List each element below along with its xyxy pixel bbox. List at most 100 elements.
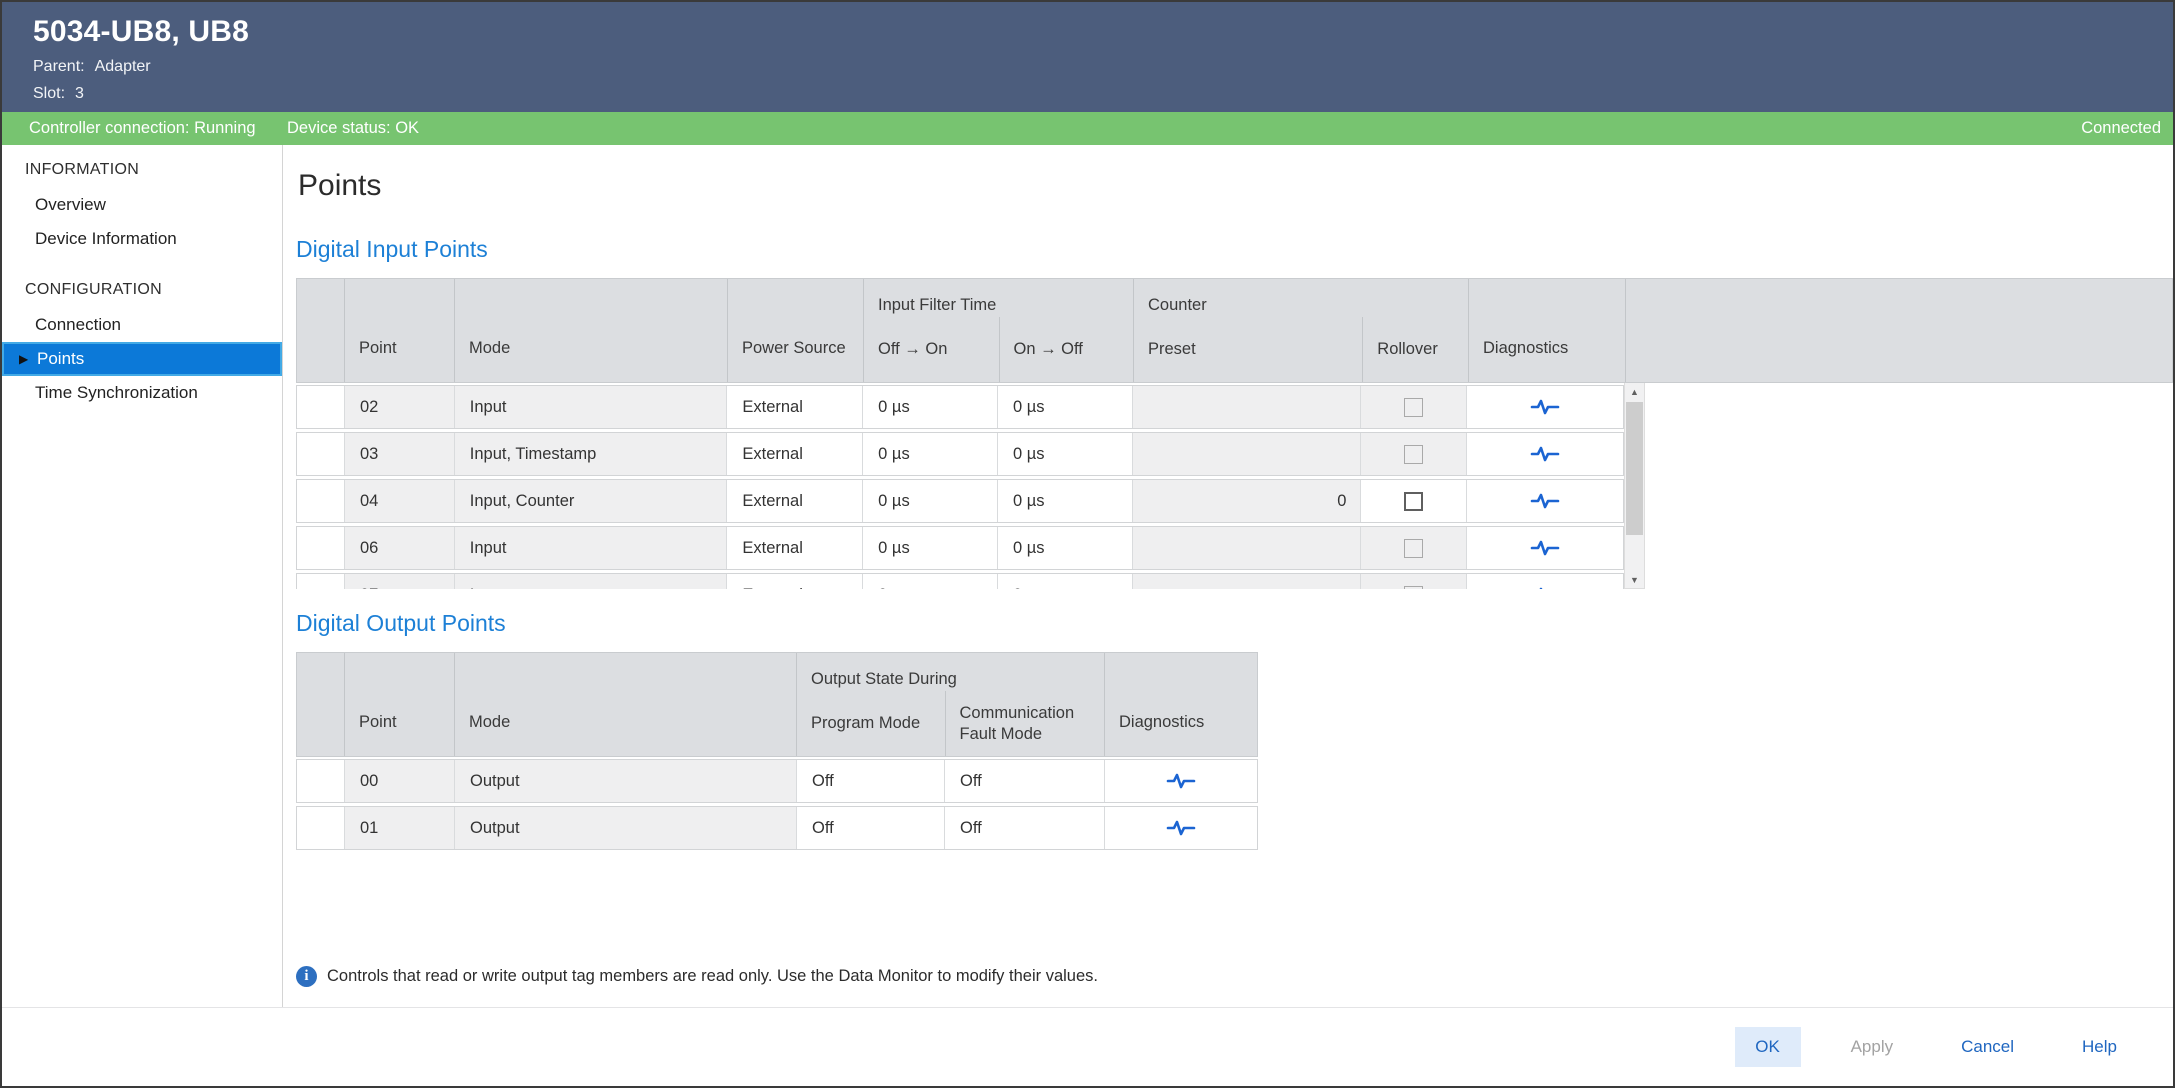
- scroll-up-icon[interactable]: ▲: [1625, 383, 1644, 400]
- power-source-cell[interactable]: External: [726, 527, 862, 569]
- filter-off-on-cell[interactable]: 0 µs: [862, 574, 997, 589]
- point-cell: 03: [344, 433, 454, 475]
- sidebar-item-time-synchronization[interactable]: Time Synchronization: [2, 376, 282, 410]
- rollover-checkbox: [1404, 586, 1423, 590]
- digital-output-points-table: Point Mode Output State During Program M…: [296, 652, 2173, 850]
- row-selector[interactable]: [297, 574, 344, 589]
- row-selector[interactable]: [297, 527, 344, 569]
- header-counter-label: Counter: [1134, 279, 1468, 317]
- program-mode-cell[interactable]: Off: [796, 807, 944, 849]
- preset-cell: [1132, 527, 1361, 569]
- device-status: Device status: OK: [287, 119, 419, 138]
- header-row-selector: [297, 279, 344, 382]
- preset-cell: [1132, 386, 1361, 428]
- point-cell: 06: [344, 527, 454, 569]
- power-source-cell[interactable]: External: [726, 480, 862, 522]
- sidebar-item-device-information[interactable]: Device Information: [2, 222, 282, 256]
- slot-label: Slot:: [33, 85, 65, 102]
- diagnostics-cell[interactable]: [1466, 433, 1623, 475]
- header-group-input-filter-time: Input Filter Time Off → On On → Off: [863, 279, 1133, 382]
- row-selector[interactable]: [297, 807, 344, 849]
- row-selector[interactable]: [297, 760, 344, 802]
- rollover-cell: [1360, 527, 1466, 569]
- point-cell: 00: [344, 760, 454, 802]
- rollover-cell: [1360, 574, 1466, 589]
- filter-off-on-cell[interactable]: 0 µs: [862, 480, 997, 522]
- filter-on-off-cell[interactable]: 0 µs: [997, 480, 1132, 522]
- digital-input-points-table: Point Mode Power Source Input Filter Tim…: [296, 278, 2173, 589]
- program-mode-cell[interactable]: Off: [796, 760, 944, 802]
- nav-section-information: INFORMATION: [2, 151, 282, 188]
- slot-value: 3: [75, 85, 84, 102]
- communication-fault-mode-cell[interactable]: Off: [944, 807, 1104, 849]
- point-cell: 02: [344, 386, 454, 428]
- row-selector[interactable]: [297, 480, 344, 522]
- sidebar-item-points-label: Points: [37, 349, 84, 368]
- filter-on-off-cell[interactable]: 0 µs: [997, 527, 1132, 569]
- sidebar-item-overview[interactable]: Overview: [2, 188, 282, 222]
- diagnostics-pulse-icon: [1166, 771, 1196, 791]
- filter-off-on-cell[interactable]: 0 µs: [862, 527, 997, 569]
- mode-cell: Input: [454, 574, 727, 589]
- device-profile-window: 5034-UB8, UB8 Parent:Adapter Slot:3 Cont…: [0, 0, 2175, 1088]
- diagnostics-cell[interactable]: [1104, 760, 1257, 802]
- diagnostics-cell[interactable]: [1466, 480, 1623, 522]
- header-mode: Mode: [454, 653, 796, 756]
- row-selector[interactable]: [297, 433, 344, 475]
- cancel-button[interactable]: Cancel: [1943, 1027, 2032, 1067]
- input-table-scrollbar[interactable]: ▲ ▼: [1624, 383, 1645, 589]
- filter-on-off-cell[interactable]: 0 µs: [997, 386, 1132, 428]
- header-row-selector: [297, 653, 344, 756]
- preset-cell: [1132, 574, 1361, 589]
- header-diagnostics: Diagnostics: [1468, 279, 1625, 382]
- output-table-header: Point Mode Output State During Program M…: [296, 652, 1258, 757]
- controller-connection-status: Controller connection: Running: [29, 119, 287, 138]
- info-note: i Controls that read or write output tag…: [296, 966, 2173, 987]
- scroll-down-icon[interactable]: ▼: [1625, 571, 1644, 588]
- table-row: 03 Input, Timestamp External 0 µs 0 µs: [296, 432, 1624, 476]
- mode-cell: Input, Timestamp: [454, 433, 727, 475]
- header-group-counter: Counter Preset Rollover: [1133, 279, 1468, 382]
- scrollbar-thumb[interactable]: [1626, 402, 1643, 535]
- filter-on-off-cell[interactable]: 0 µs: [997, 433, 1132, 475]
- power-source-cell[interactable]: External: [726, 574, 862, 589]
- slot-line: Slot: 3: [33, 85, 2173, 103]
- diagnostics-cell[interactable]: [1466, 574, 1623, 589]
- diagnostics-pulse-icon: [1166, 818, 1196, 838]
- row-selector[interactable]: [297, 386, 344, 428]
- input-table-header: Point Mode Power Source Input Filter Tim…: [296, 278, 2173, 383]
- header-off-to-on: Off → On: [864, 317, 999, 382]
- rollover-cell: [1360, 433, 1466, 475]
- table-row: 02 Input External 0 µs 0 µs: [296, 385, 1624, 429]
- ok-button[interactable]: OK: [1735, 1027, 1801, 1067]
- diagnostics-pulse-icon: [1530, 538, 1560, 558]
- diagnostics-cell[interactable]: [1466, 386, 1623, 428]
- parent-line: Parent:Adapter: [33, 58, 2173, 76]
- filter-on-off-cell[interactable]: 0 µs: [997, 574, 1132, 589]
- diagnostics-pulse-icon: [1530, 444, 1560, 464]
- table-row: 00 Output Off Off: [296, 759, 1258, 803]
- rollover-cell: [1360, 480, 1466, 522]
- filter-off-on-cell[interactable]: 0 µs: [862, 433, 997, 475]
- header-on-to-off: On → Off: [999, 317, 1134, 382]
- diagnostics-cell[interactable]: [1466, 527, 1623, 569]
- communication-fault-mode-cell[interactable]: Off: [944, 760, 1104, 802]
- diagnostics-cell[interactable]: [1104, 807, 1257, 849]
- diagnostics-pulse-icon: [1530, 585, 1560, 589]
- input-rows-viewport: 02 Input External 0 µs 0 µs: [296, 383, 1624, 589]
- point-cell: 01: [344, 807, 454, 849]
- rollover-checkbox[interactable]: [1404, 492, 1423, 511]
- table-row: 01 Output Off Off: [296, 806, 1258, 850]
- help-button[interactable]: Help: [2064, 1027, 2135, 1067]
- header-point: Point: [344, 653, 454, 756]
- power-source-cell[interactable]: External: [726, 386, 862, 428]
- sidebar-item-points[interactable]: ▶ Points: [2, 342, 282, 376]
- status-bar: Controller connection: Running Device st…: [2, 112, 2173, 145]
- filter-off-on-cell[interactable]: 0 µs: [862, 386, 997, 428]
- digital-output-points-heading: Digital Output Points: [296, 610, 2173, 637]
- info-icon: i: [296, 966, 317, 987]
- mode-cell: Input, Counter: [454, 480, 727, 522]
- power-source-cell[interactable]: External: [726, 433, 862, 475]
- sidebar-item-connection[interactable]: Connection: [2, 308, 282, 342]
- header-preset: Preset: [1134, 317, 1362, 382]
